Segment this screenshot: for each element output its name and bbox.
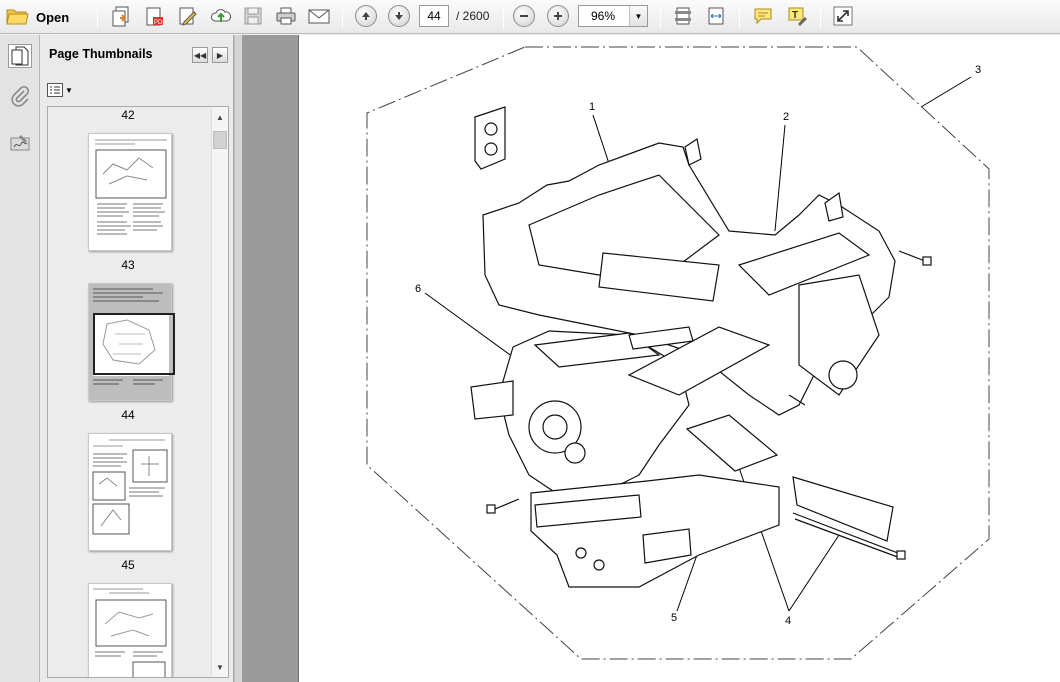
thumbnail-scrollbar[interactable]: ▲ ▼	[211, 107, 228, 677]
options-menu-icon	[47, 83, 63, 97]
page-number-input[interactable]: 44	[419, 5, 449, 27]
next-page-icon	[388, 5, 410, 27]
scroll-down-icon[interactable]: ▼	[212, 659, 228, 675]
create-pdf-button[interactable]	[108, 3, 134, 29]
fit-width-button[interactable]	[703, 3, 729, 29]
print-button[interactable]	[273, 3, 299, 29]
thumbnails-panel: Page Thumbnails ◀◀ ▶ ▼ 42 43 44 45 ▲ ▼	[40, 35, 234, 682]
highlight-icon: T	[788, 7, 807, 26]
save-icon	[244, 7, 262, 25]
zoom-in-button[interactable]	[545, 3, 571, 29]
comment-button[interactable]	[750, 3, 776, 29]
zoom-value: 96%	[591, 9, 616, 23]
prev-page-button[interactable]	[353, 3, 379, 29]
toolbar-divider	[342, 5, 343, 29]
page-preview-icon	[95, 139, 167, 235]
thumbnail-page-label: 44	[121, 408, 135, 422]
toolbar-divider	[820, 5, 821, 29]
callout-3: 3	[975, 64, 982, 76]
next-panel-button[interactable]: ▶	[212, 47, 228, 63]
toolbar-divider	[503, 5, 504, 29]
thumbnail-page-label: 42	[121, 108, 135, 122]
fullscreen-button[interactable]	[830, 3, 856, 29]
fit-width-icon	[708, 7, 724, 25]
hvac-assembly-diagram	[366, 46, 990, 660]
thumbnail-page-45[interactable]	[88, 433, 172, 551]
zoom-out-button[interactable]	[511, 3, 537, 29]
thumbnail-page-46[interactable]	[88, 583, 172, 677]
print-icon	[276, 7, 296, 25]
zoom-in-icon	[547, 5, 569, 27]
thumbnail-page-43[interactable]	[88, 133, 172, 251]
thumbnail-page-label: 43	[121, 258, 135, 272]
chevron-down-icon: ▼	[65, 85, 73, 95]
attachments-icon	[11, 86, 30, 107]
callout-5: 5	[671, 612, 678, 624]
page-preview-icon	[93, 588, 167, 677]
fit-page-button[interactable]	[670, 3, 696, 29]
panel-splitter[interactable]	[234, 35, 242, 682]
comment-icon	[754, 8, 772, 25]
page-total: / 2600	[456, 9, 490, 23]
svg-text:PDF: PDF	[154, 20, 165, 26]
create-pdf-icon	[112, 6, 129, 27]
export-pdf-icon: PDF	[146, 7, 165, 26]
collapse-panel-button[interactable]: ◀◀	[192, 47, 208, 63]
main-toolbar: Open PDF 44 / 2600 96% ▼ T	[0, 0, 1060, 34]
save-button[interactable]	[240, 3, 266, 29]
callout-4: 4	[785, 615, 792, 627]
signatures-tab[interactable]	[8, 131, 32, 155]
callout-1: 1	[589, 101, 596, 113]
upload-cloud-icon	[211, 9, 232, 22]
toolbar-divider	[739, 5, 740, 29]
double-chevron-left-icon: ◀◀	[193, 50, 207, 60]
highlight-button[interactable]: T	[784, 3, 810, 29]
panel-header: Page Thumbnails ◀◀ ▶	[40, 35, 234, 75]
visible-area-indicator[interactable]	[93, 313, 175, 375]
zoom-out-icon	[513, 5, 535, 27]
signatures-icon	[10, 135, 30, 151]
document-view[interactable]: 1 2 3 4 5 6	[242, 35, 1060, 682]
chevron-down-icon[interactable]: ▼	[629, 6, 647, 26]
panel-title: Page Thumbnails	[49, 47, 153, 61]
folder-open-icon	[6, 6, 30, 29]
page-preview-icon	[92, 439, 168, 535]
fullscreen-icon	[833, 6, 853, 26]
thumbnail-options-button[interactable]: ▼	[47, 80, 75, 100]
export-pdf-button[interactable]: PDF	[141, 3, 167, 29]
thumbnail-list: 42 43 44 45 ▲ ▼	[47, 106, 229, 678]
edit-icon	[179, 7, 197, 26]
callout-6: 6	[415, 283, 422, 295]
scroll-up-icon[interactable]: ▲	[212, 109, 228, 125]
open-label: Open	[36, 9, 70, 25]
prev-page-icon	[355, 5, 377, 27]
fit-page-icon	[675, 7, 691, 25]
callout-2: 2	[783, 111, 790, 123]
email-button[interactable]	[306, 3, 332, 29]
edit-pdf-button[interactable]	[175, 3, 201, 29]
toolbar-divider	[660, 5, 661, 29]
next-page-button[interactable]	[386, 3, 412, 29]
zoom-select[interactable]: 96% ▼	[578, 5, 648, 27]
attachments-tab[interactable]	[8, 85, 32, 109]
email-icon	[308, 9, 330, 24]
svg-text:T: T	[792, 10, 798, 21]
upload-button[interactable]	[208, 3, 234, 29]
page-thumbnails-icon	[11, 46, 29, 66]
thumbnail-page-label: 45	[121, 558, 135, 572]
toolbar-divider	[97, 5, 98, 29]
navigation-rail	[0, 35, 40, 682]
scrollbar-thumb[interactable]	[213, 131, 227, 149]
page-thumbnails-tab[interactable]	[8, 44, 32, 68]
open-button[interactable]: Open	[6, 4, 82, 30]
chevron-right-icon: ▶	[216, 50, 224, 60]
document-page: 1 2 3 4 5 6	[298, 35, 1060, 682]
